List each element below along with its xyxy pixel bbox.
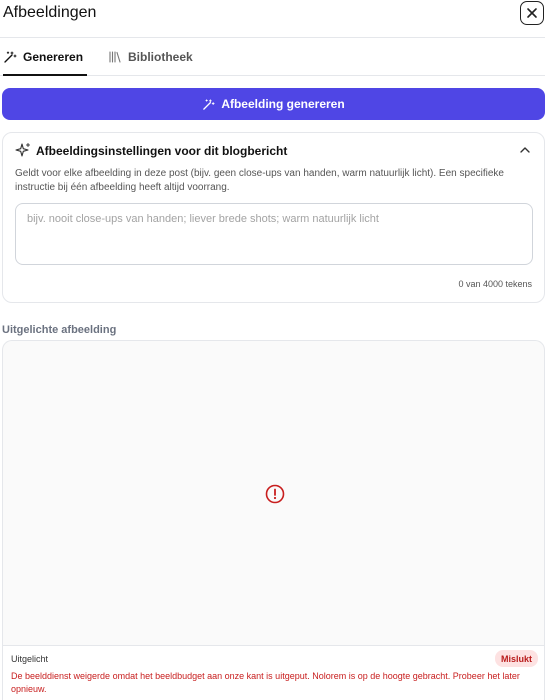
tab-bar: Genereren Bibliotheek	[0, 38, 545, 76]
error-message: De beelddienst weigerde omdat het beeldb…	[11, 671, 520, 694]
featured-image-footer: Uitgelicht Mislukt De beelddienst weiger…	[3, 645, 544, 700]
tab-library-label: Bibliotheek	[128, 50, 193, 64]
panel-header: Afbeeldingen	[0, 0, 545, 38]
tab-generate-label: Genereren	[23, 50, 84, 64]
settings-title: Afbeeldingsinstellingen voor dit blogber…	[36, 144, 288, 158]
featured-label: Uitgelicht	[11, 654, 49, 664]
sparkles-icon	[15, 142, 31, 158]
close-icon	[527, 8, 537, 18]
tab-library[interactable]: Bibliotheek	[108, 50, 193, 76]
chevron-up-icon[interactable]	[518, 143, 532, 157]
error-icon	[265, 484, 285, 504]
featured-image-card: Uitgelicht Mislukt De beelddienst weiger…	[2, 340, 545, 700]
library-icon	[108, 50, 122, 64]
character-counter: 0 van 4000 tekens	[458, 279, 532, 289]
image-instructions-input[interactable]	[15, 203, 533, 265]
tab-generate[interactable]: Genereren	[3, 50, 87, 76]
image-settings-card: Afbeeldingsinstellingen voor dit blogber…	[2, 132, 545, 303]
status-badge: Mislukt	[494, 650, 538, 667]
settings-description: Geldt voor elke afbeelding in deze post …	[15, 168, 504, 193]
magic-wand-icon	[3, 50, 17, 64]
generate-image-label: Afbeelding genereren	[221, 97, 345, 111]
panel-title: Afbeeldingen	[3, 4, 97, 21]
generate-image-button[interactable]: Afbeelding genereren	[2, 88, 545, 120]
close-button[interactable]	[520, 1, 544, 25]
featured-image-heading: Uitgelichte afbeelding	[2, 324, 117, 336]
magic-wand-icon	[203, 98, 215, 110]
